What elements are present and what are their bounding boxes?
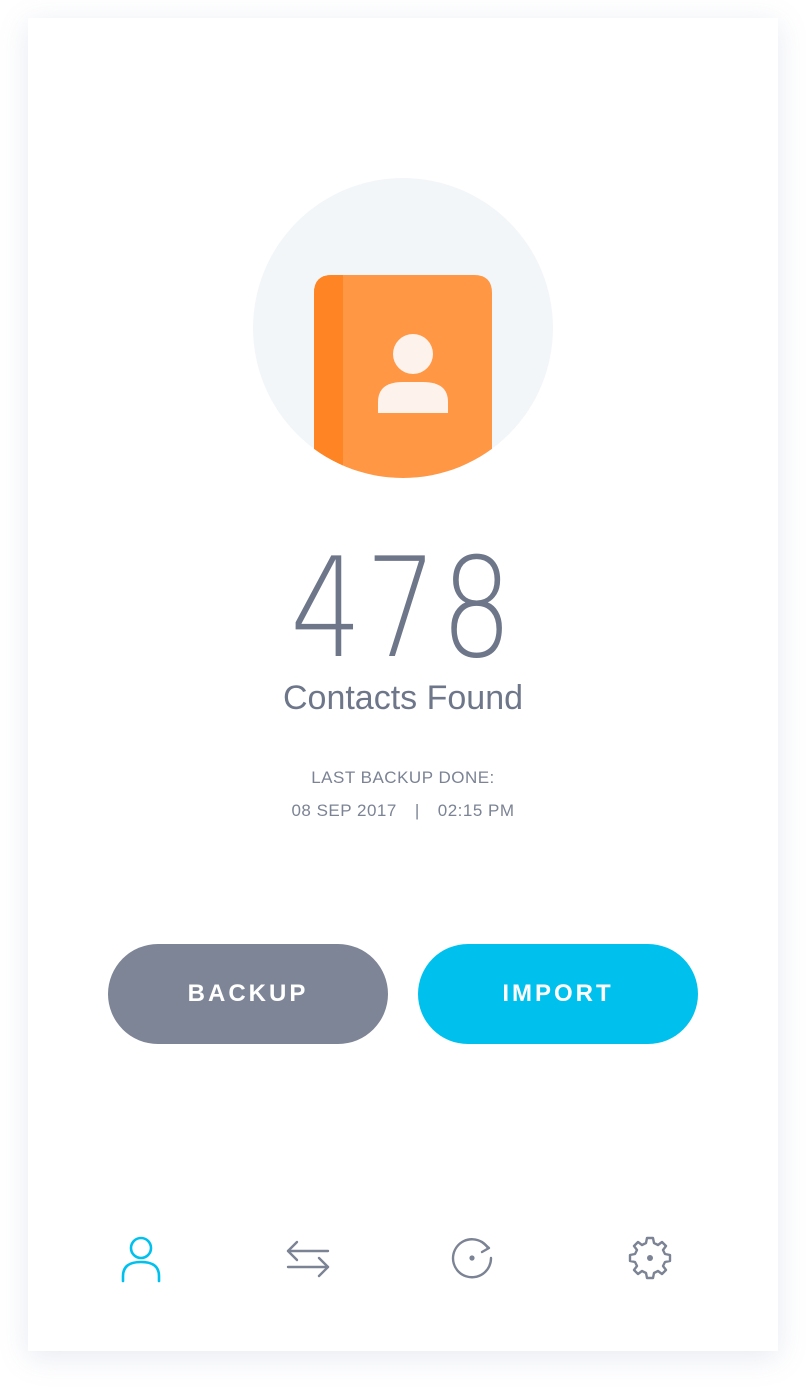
transfer-arrows-icon[interactable] [282, 1232, 334, 1284]
contacts-found-label: Contacts Found [282, 679, 524, 717]
gear-icon[interactable] [624, 1232, 676, 1284]
refresh-icon[interactable] [446, 1232, 498, 1284]
import-button[interactable]: IMPORT [418, 944, 698, 1044]
contact-count: 478 [290, 528, 516, 689]
timestamp-separator: | [414, 801, 420, 820]
backup-button[interactable]: BACKUP [108, 944, 388, 1044]
last-backup-date: 08 SEP 2017 [291, 801, 397, 820]
last-backup-time: 02:15 PM [437, 801, 515, 820]
last-backup-label: LAST BACKUP DONE: [311, 768, 495, 787]
contact-book-icon [253, 178, 553, 478]
user-icon[interactable] [115, 1232, 167, 1284]
last-backup-timestamp: 08 SEP 2017 | 02:15 PM [0, 801, 806, 821]
